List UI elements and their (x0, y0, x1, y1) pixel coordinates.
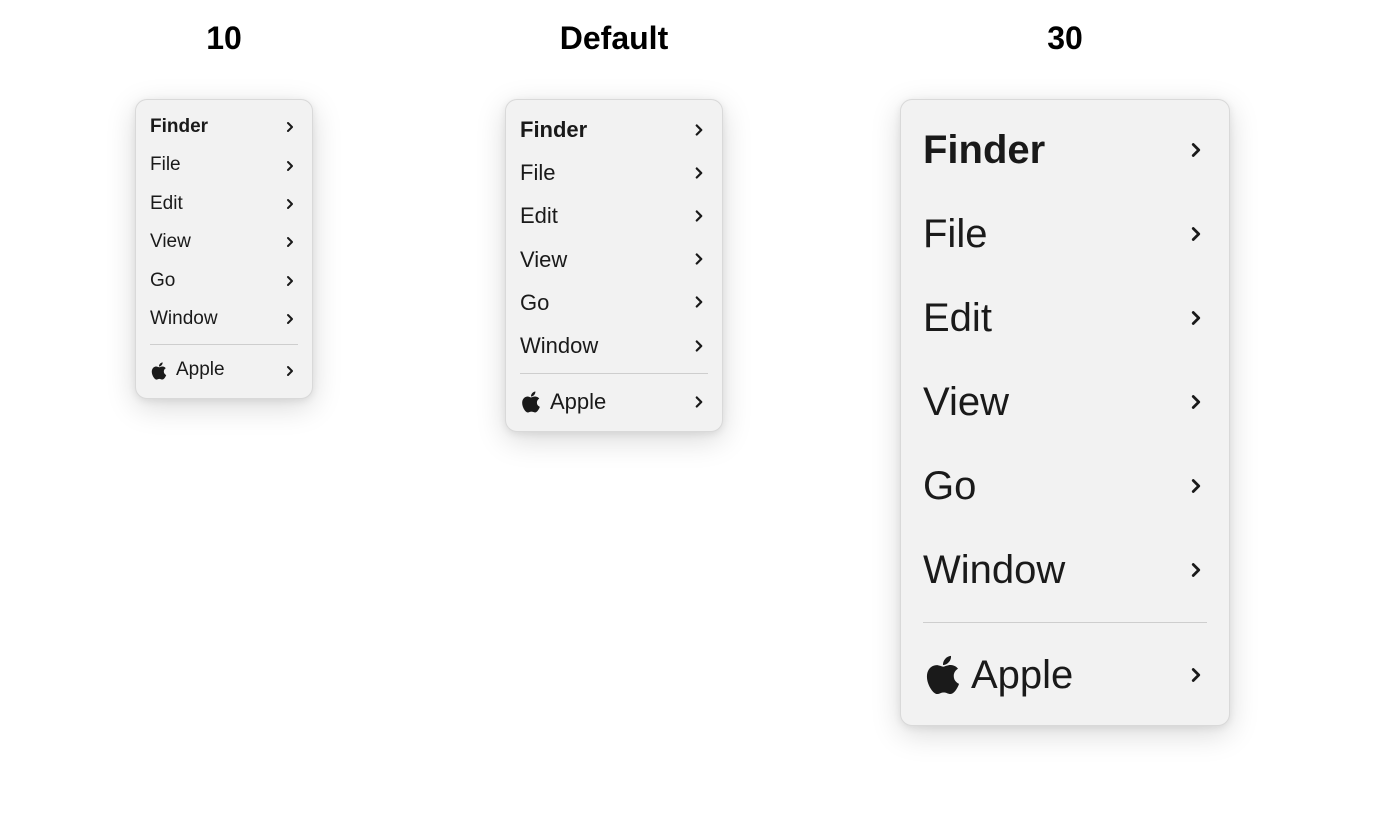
chevron-right-icon (1185, 139, 1207, 161)
menu-item-finder[interactable]: Finder (901, 108, 1229, 192)
menu-panel-30: Finder File Edit View Go Window Apple (900, 99, 1230, 726)
menu-item-window[interactable]: Window (506, 324, 722, 367)
menu-item-label: Window (923, 538, 1065, 602)
menu-item-label: Finder (923, 118, 1045, 182)
menu-item-go[interactable]: Go (136, 262, 312, 300)
menu-item-go[interactable]: Go (506, 281, 722, 324)
chevron-right-icon (282, 363, 298, 379)
chevron-right-icon (1185, 223, 1207, 245)
menu-item-label: Apple (176, 355, 225, 385)
menu-item-label: View (520, 242, 567, 277)
menu-item-finder[interactable]: Finder (136, 108, 312, 146)
menu-item-file[interactable]: File (136, 146, 312, 184)
variant-10: 10 Finder File Edit View Go Window (135, 20, 313, 399)
menu-item-label: Window (520, 328, 598, 363)
chevron-right-icon (282, 311, 298, 327)
chevron-right-icon (690, 164, 708, 182)
menu-item-edit[interactable]: Edit (901, 276, 1229, 360)
menu-item-window[interactable]: Window (136, 300, 312, 338)
menu-item-label: File (150, 150, 181, 180)
chevron-right-icon (1185, 664, 1207, 686)
menu-item-label: Go (150, 266, 175, 296)
chevron-right-icon (690, 293, 708, 311)
menu-item-label: File (520, 155, 555, 190)
menu-item-window[interactable]: Window (901, 528, 1229, 612)
menu-item-apple[interactable]: Apple (506, 380, 722, 423)
menu-item-label: Window (150, 304, 218, 334)
menu-item-view[interactable]: View (506, 238, 722, 281)
chevron-right-icon (1185, 559, 1207, 581)
chevron-right-icon (690, 337, 708, 355)
menu-separator (923, 622, 1207, 623)
chevron-right-icon (690, 250, 708, 268)
menu-item-finder[interactable]: Finder (506, 108, 722, 151)
menu-item-edit[interactable]: Edit (136, 185, 312, 223)
menu-item-label: Edit (520, 198, 558, 233)
menu-panel-default: Finder File Edit View Go Window Apple (505, 99, 723, 432)
menu-item-label: File (923, 202, 987, 266)
menu-item-label: Edit (150, 189, 183, 219)
menu-item-view[interactable]: View (901, 360, 1229, 444)
chevron-right-icon (282, 158, 298, 174)
variant-title-10: 10 (206, 20, 242, 57)
menu-item-file[interactable]: File (901, 192, 1229, 276)
menu-item-file[interactable]: File (506, 151, 722, 194)
chevron-right-icon (282, 196, 298, 212)
menu-item-label: Apple (550, 384, 606, 419)
menu-panel-10: Finder File Edit View Go Window Apple (135, 99, 313, 399)
menu-item-label: Finder (520, 112, 587, 147)
chevron-right-icon (282, 234, 298, 250)
menu-item-label: Edit (923, 286, 992, 350)
apple-logo-icon (520, 391, 542, 413)
variant-title-30: 30 (1047, 20, 1083, 57)
chevron-right-icon (282, 119, 298, 135)
chevron-right-icon (690, 121, 708, 139)
menu-item-label: View (923, 370, 1009, 434)
menu-item-apple[interactable]: Apple (901, 633, 1229, 717)
menu-item-label: Apple (971, 643, 1073, 707)
chevron-right-icon (690, 207, 708, 225)
menu-item-go[interactable]: Go (901, 444, 1229, 528)
variant-30: 30 Finder File Edit View Go Window (900, 20, 1230, 726)
menu-item-edit[interactable]: Edit (506, 194, 722, 237)
apple-logo-icon (923, 655, 963, 695)
chevron-right-icon (1185, 307, 1207, 329)
variant-default: Default Finder File Edit View Go Window (505, 20, 723, 432)
variant-title-default: Default (560, 20, 668, 57)
menu-item-label: Finder (150, 112, 208, 142)
chevron-right-icon (690, 393, 708, 411)
apple-logo-icon (150, 362, 168, 380)
menu-separator (150, 344, 298, 345)
menu-separator (520, 373, 708, 374)
chevron-right-icon (1185, 475, 1207, 497)
menu-item-view[interactable]: View (136, 223, 312, 261)
menu-item-apple[interactable]: Apple (136, 351, 312, 389)
chevron-right-icon (1185, 391, 1207, 413)
menu-item-label: Go (923, 454, 976, 518)
menu-item-label: Go (520, 285, 549, 320)
chevron-right-icon (282, 273, 298, 289)
menu-item-label: View (150, 227, 191, 257)
